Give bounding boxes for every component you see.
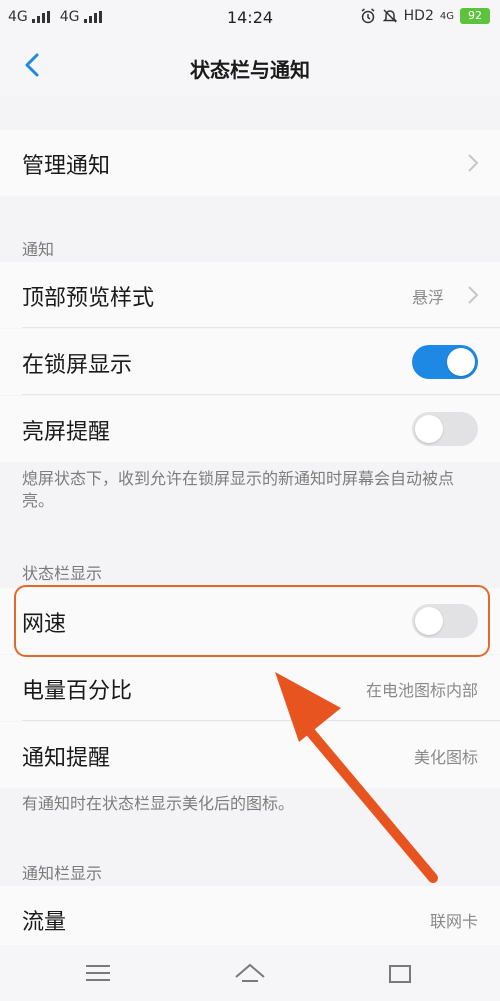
home-icon[interactable] — [230, 957, 270, 989]
notification-reminder-label: 通知提醒 — [22, 746, 111, 771]
battery-percent-label: 电量百分比 — [22, 679, 133, 704]
top-preview-style-value: 悬浮 — [411, 288, 444, 307]
status-bar: 4G 4G 14:24 HD2 4G 92 — [0, 0, 500, 36]
toggle-knob — [415, 415, 443, 443]
manage-notifications-row[interactable]: 管理通知 — [0, 130, 500, 196]
alarm-icon — [361, 8, 375, 24]
lockscreen-show-row: 在锁屏显示 — [0, 329, 500, 395]
screen-wake-note: 熄屏状态下，收到允许在锁屏显示的新通知时屏幕会自动被点亮。 — [22, 469, 455, 510]
back-nav-icon[interactable] — [380, 957, 420, 989]
chevron-right-icon — [468, 286, 479, 304]
divider — [22, 327, 500, 328]
section-title-notifbar: 通知栏显示 — [22, 864, 103, 883]
app-header: 状态栏与通知 — [0, 36, 500, 96]
screen-wake-toggle[interactable] — [412, 412, 478, 446]
lockscreen-show-toggle[interactable] — [412, 345, 478, 379]
highlight-box — [14, 585, 490, 657]
arrow-annotation-icon — [275, 672, 438, 883]
section-title-statusbar: 状态栏显示 — [22, 564, 103, 583]
page-title: 状态栏与通知 — [190, 58, 310, 82]
data-usage-label: 流量 — [22, 910, 67, 935]
screen-wake-row: 亮屏提醒 — [0, 396, 500, 462]
navigation-bar — [0, 945, 500, 1001]
top-preview-style-label: 顶部预览样式 — [22, 286, 155, 311]
hd-indicator: HD2 — [403, 8, 434, 24]
section-title-notification: 通知 — [22, 240, 55, 259]
chevron-right-icon — [468, 154, 479, 172]
network-indicator: 4G — [439, 10, 454, 22]
toggle-knob — [447, 348, 475, 376]
lockscreen-show-label: 在锁屏显示 — [22, 353, 133, 378]
data-usage-value: 联网卡 — [429, 912, 478, 931]
data-usage-row[interactable]: 流量 联网卡 — [0, 886, 500, 952]
divider — [22, 394, 500, 395]
status-icons: HD2 4G 92 — [360, 8, 490, 24]
battery-icon: 92 — [460, 8, 490, 24]
screen-wake-label: 亮屏提醒 — [22, 420, 111, 445]
mute-icon — [382, 9, 397, 23]
top-preview-style-row[interactable]: 顶部预览样式 悬浮 — [0, 262, 500, 328]
manage-notifications-label: 管理通知 — [22, 154, 111, 179]
menu-icon[interactable] — [78, 957, 118, 989]
